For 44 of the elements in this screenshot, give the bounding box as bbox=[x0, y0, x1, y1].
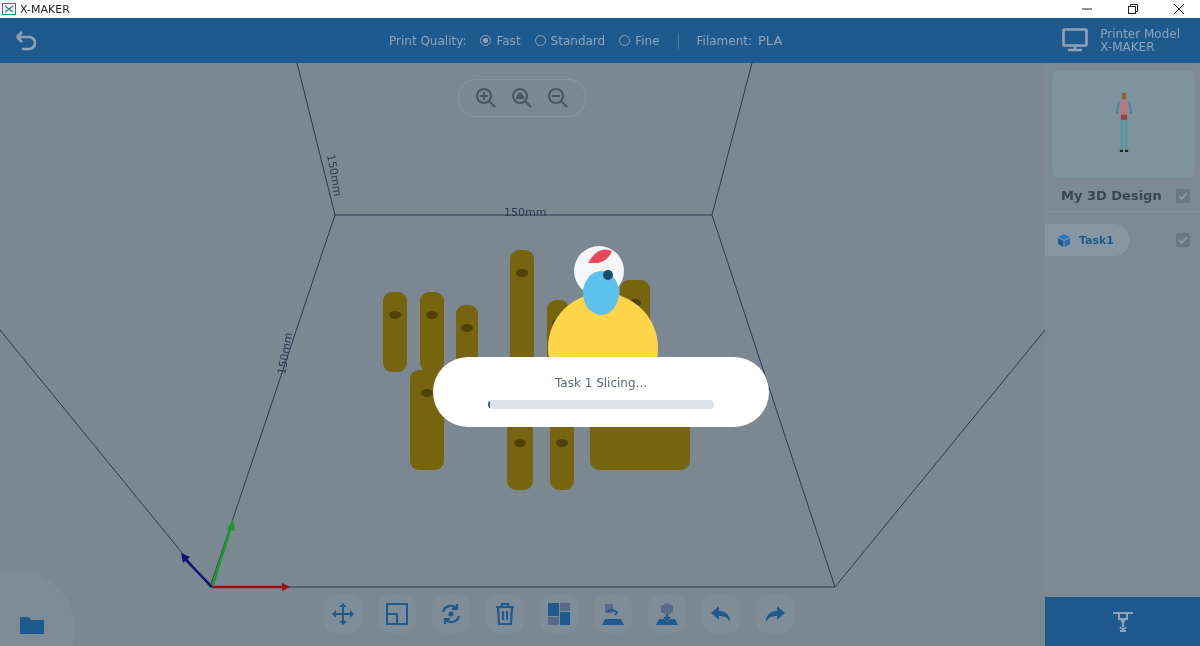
window-title: X-MAKER bbox=[20, 2, 70, 16]
monitor-icon bbox=[1062, 27, 1089, 54]
filament-value: PLA bbox=[758, 33, 783, 48]
cube-down-icon bbox=[655, 602, 679, 626]
app-logo-icon bbox=[2, 3, 16, 15]
rotate-tool-button[interactable] bbox=[432, 595, 470, 633]
slicing-message: Task 1 Slicing... bbox=[554, 375, 647, 390]
trash-icon bbox=[493, 602, 517, 626]
dimension-label: 150mm bbox=[275, 331, 296, 376]
design-title: My 3D Design bbox=[1061, 188, 1162, 203]
zoom-in-icon[interactable] bbox=[475, 87, 497, 109]
zoom-home-icon[interactable] bbox=[511, 87, 533, 109]
place-tool-button[interactable] bbox=[648, 595, 686, 633]
close-icon[interactable] bbox=[1174, 4, 1184, 14]
move-tool-button[interactable] bbox=[324, 595, 362, 633]
print-quality-label: Print Quality: bbox=[389, 33, 467, 48]
delete-tool-button[interactable] bbox=[486, 595, 524, 633]
thumbnail-card[interactable] bbox=[1052, 70, 1195, 178]
quality-radio[interactable]: Fine bbox=[619, 33, 660, 48]
dimension-label: 150mm bbox=[324, 153, 345, 198]
filament-label: Filament: bbox=[696, 33, 753, 48]
rotate-icon bbox=[439, 602, 463, 626]
drop-to-plate-icon bbox=[601, 602, 625, 626]
printer-model-label: Printer Model bbox=[1100, 27, 1180, 41]
restore-icon[interactable] bbox=[1128, 4, 1138, 14]
grid-layout-icon bbox=[547, 602, 571, 626]
checkbox[interactable] bbox=[1176, 233, 1190, 247]
printer-model-value: X-MAKER bbox=[1100, 40, 1156, 54]
scale-tool-button[interactable] bbox=[378, 595, 416, 633]
folder-icon[interactable] bbox=[19, 615, 45, 635]
scale-square-icon bbox=[385, 602, 409, 626]
quality-radio[interactable]: Fast bbox=[480, 33, 521, 48]
back-icon[interactable] bbox=[14, 30, 38, 51]
layout-tool-button[interactable] bbox=[540, 595, 578, 633]
move-arrows-icon bbox=[331, 602, 355, 626]
undo-tool-button[interactable] bbox=[702, 595, 740, 633]
checkbox[interactable] bbox=[1176, 188, 1190, 203]
redo-tool-button[interactable] bbox=[756, 595, 794, 633]
quality-radio[interactable]: Standard bbox=[534, 33, 606, 48]
cube-icon bbox=[1057, 233, 1071, 247]
drop-tool-button[interactable] bbox=[594, 595, 632, 633]
task-item[interactable]: Task1 bbox=[1045, 224, 1131, 256]
zoom-out-icon[interactable] bbox=[547, 87, 569, 109]
dimension-label: 150mm bbox=[504, 206, 547, 219]
